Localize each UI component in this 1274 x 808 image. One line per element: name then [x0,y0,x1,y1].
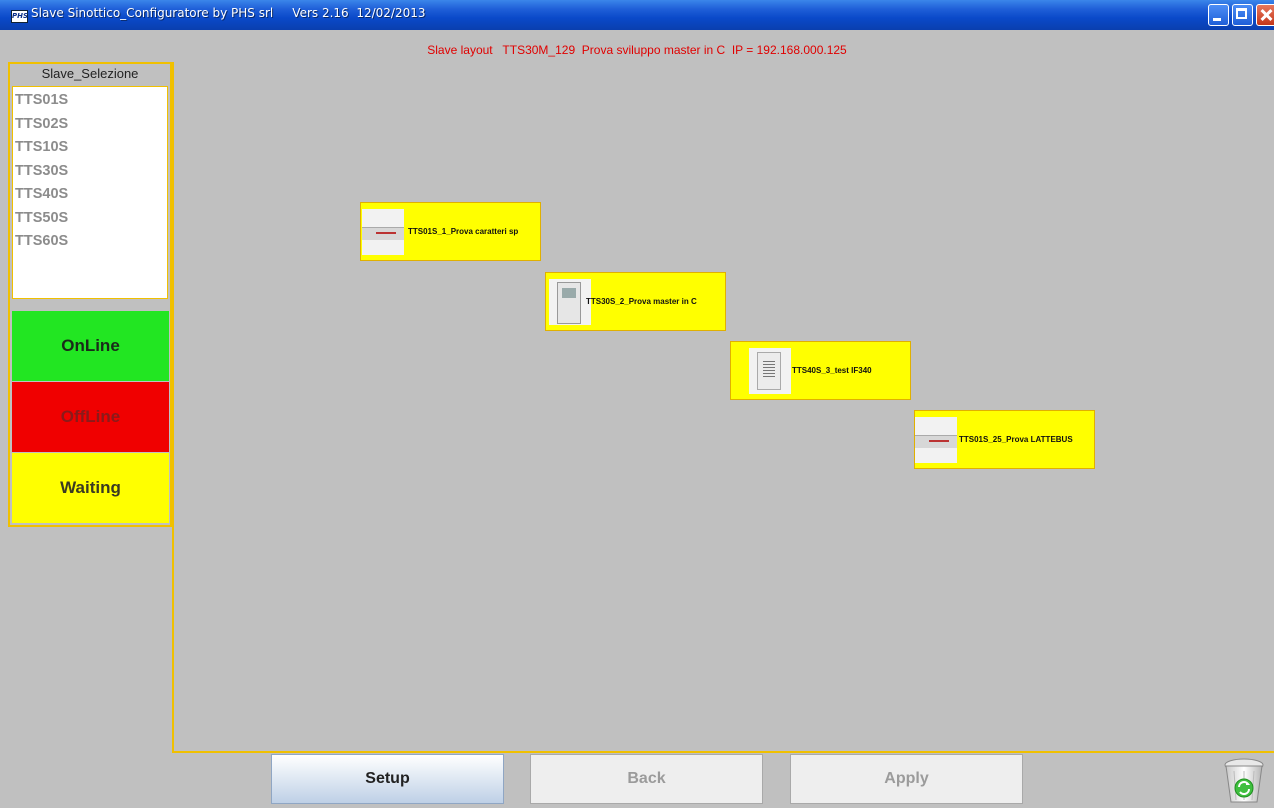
window-title: Slave Sinottico_Configuratore by PHS srl… [31,6,426,20]
device-label: TTS40S_3_test IF340 [792,366,872,375]
setup-button[interactable]: Setup [271,754,504,804]
slave-device-module-icon [749,348,791,394]
slave-list-item[interactable]: TTS02S [13,115,167,139]
slave-list-item[interactable]: TTS30S [13,162,167,186]
slave-list-item[interactable]: TTS01S [13,91,167,115]
slave-list[interactable]: TTS01S TTS02S TTS10S TTS30S TTS40S TTS50… [12,86,168,299]
device-card[interactable]: TTS01S_1_Prova caratteri sp [360,202,541,261]
device-label: TTS01S_1_Prova caratteri sp [408,227,519,236]
device-card[interactable]: TTS01S_25_Prova LATTEBUS [914,410,1095,469]
window-title-bar[interactable]: PHS Slave Sinottico_Configuratore by PHS… [0,0,1274,30]
device-card[interactable]: TTS40S_3_test IF340 [730,341,911,400]
slave-list-item[interactable]: TTS10S [13,138,167,162]
status-waiting-legend: Waiting [12,453,169,523]
recycle-bin-icon[interactable] [1222,758,1266,804]
bottom-toolbar: Setup Back Apply [0,753,1274,804]
status-offline-legend: OffLine [12,382,169,452]
maximize-button[interactable] [1232,4,1253,26]
apply-button[interactable]: Apply [790,754,1023,804]
slave-list-caption: Slave_Selezione [41,66,139,81]
slave-device-panel-icon [362,209,404,255]
device-label: TTS30S_2_Prova master in C [586,297,697,306]
slave-list-item[interactable]: TTS50S [13,209,167,233]
back-button[interactable]: Back [530,754,763,804]
device-label: TTS01S_25_Prova LATTEBUS [959,435,1073,444]
slave-list-item[interactable]: TTS60S [13,232,167,256]
layout-canvas[interactable]: TTS01S_1_Prova caratteri sp TTS30S_2_Pro… [172,62,1274,753]
app-logo-icon: PHS [11,10,28,23]
slave-device-panel-icon [915,417,957,463]
device-card[interactable]: TTS30S_2_Prova master in C [545,272,726,331]
close-button[interactable] [1256,4,1274,26]
slave-device-terminal-icon [549,279,591,325]
slave-layout-header: Slave layout TTS30M_129 Prova sviluppo m… [427,43,847,57]
slave-list-item[interactable]: TTS40S [13,185,167,209]
status-online-legend: OnLine [12,311,169,381]
left-panel: Slave_Selezione TTS01S TTS02S TTS10S TTS… [8,62,172,527]
minimize-button[interactable] [1208,4,1229,26]
